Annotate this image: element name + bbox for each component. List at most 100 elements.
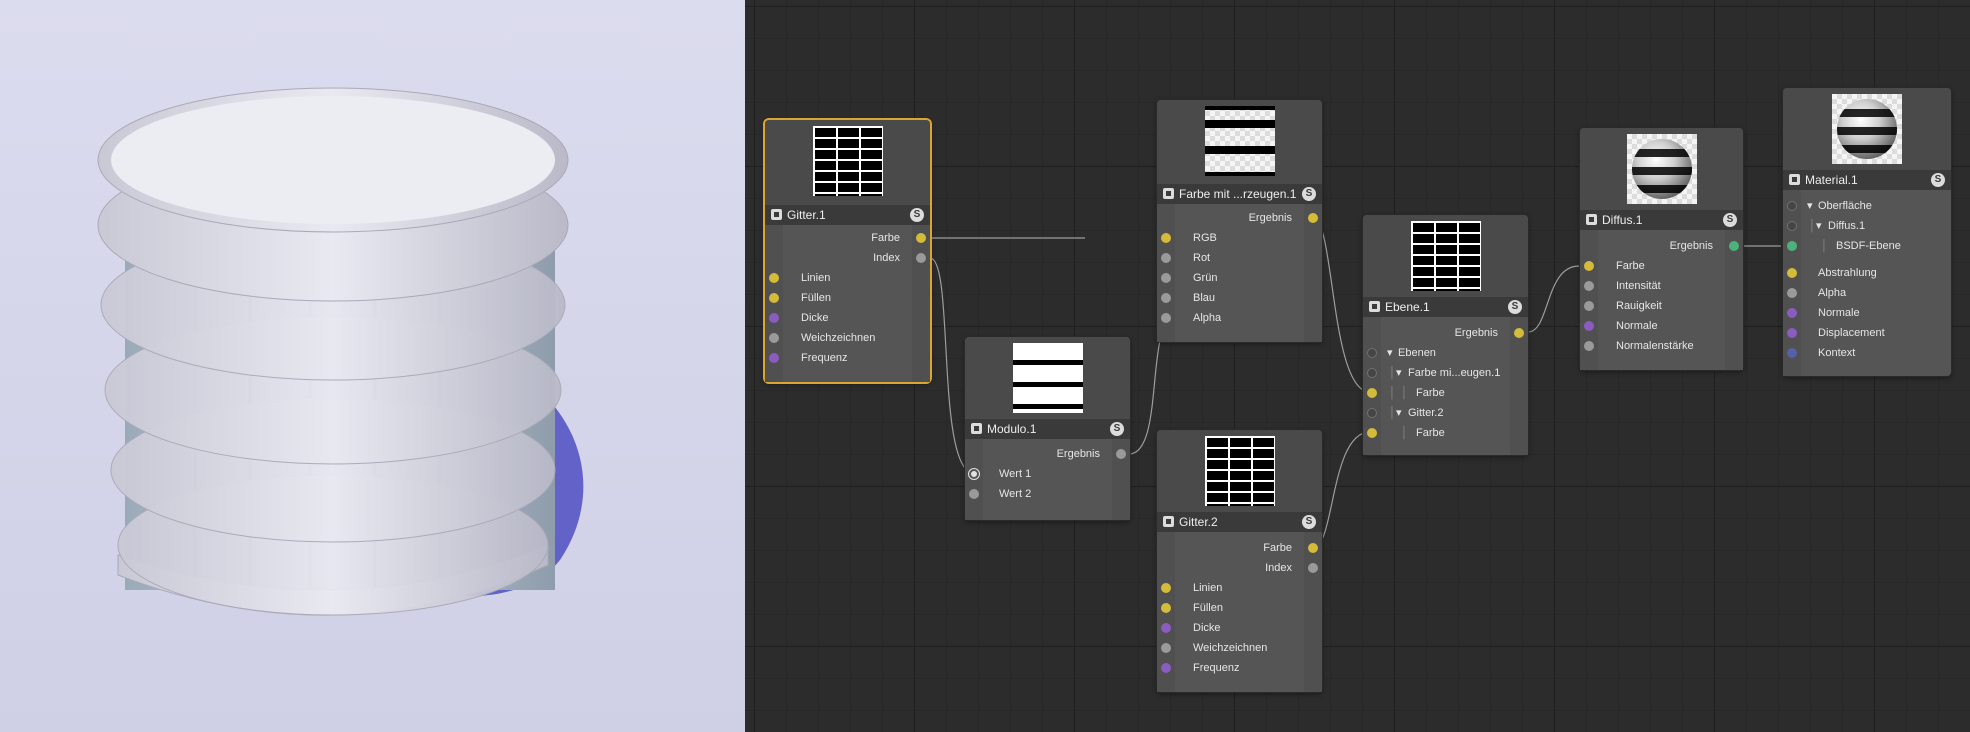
- input-dicke[interactable]: Dicke: [1157, 619, 1322, 637]
- input-port[interactable]: [1787, 241, 1797, 251]
- input-port[interactable]: [1161, 583, 1171, 593]
- node-titlebar[interactable]: Gitter.1 S: [765, 205, 930, 225]
- output-port[interactable]: [1514, 328, 1524, 338]
- input-port[interactable]: [769, 333, 779, 343]
- input-intensitaet[interactable]: Intensität: [1580, 277, 1743, 295]
- input-port[interactable]: [1584, 301, 1594, 311]
- input-port[interactable]: [1161, 623, 1171, 633]
- node-gitter-1[interactable]: Gitter.1 S Farbe Index Linien Füllen Dic…: [765, 120, 930, 382]
- input-port[interactable]: [1787, 201, 1797, 211]
- solo-icon[interactable]: S: [1723, 213, 1737, 227]
- input-port[interactable]: [1161, 313, 1171, 323]
- node-titlebar[interactable]: Gitter.2 S: [1157, 512, 1322, 532]
- node-ebene-1[interactable]: Ebene.1 S Ergebnis ▾ Ebenen │ ▾ Farbe mi...…: [1363, 215, 1528, 455]
- input-port[interactable]: [1367, 388, 1377, 398]
- tree-ebenen[interactable]: ▾ Ebenen: [1363, 344, 1528, 362]
- input-port[interactable]: [1584, 281, 1594, 291]
- solo-icon[interactable]: S: [910, 208, 924, 222]
- input-kontext[interactable]: Kontext: [1783, 344, 1951, 362]
- input-port[interactable]: [1161, 273, 1171, 283]
- input-port[interactable]: [1161, 603, 1171, 613]
- output-ergebnis[interactable]: Ergebnis: [1157, 209, 1322, 227]
- output-port[interactable]: [1308, 563, 1318, 573]
- tree-bsdf-ebene[interactable]: │ BSDF-Ebene: [1783, 237, 1951, 255]
- input-port[interactable]: [1584, 261, 1594, 271]
- input-port[interactable]: [1367, 348, 1377, 358]
- input-blau[interactable]: Blau: [1157, 289, 1322, 307]
- output-port[interactable]: [1729, 241, 1739, 251]
- input-port[interactable]: [1787, 288, 1797, 298]
- output-port[interactable]: [1116, 449, 1126, 459]
- output-ergebnis[interactable]: Ergebnis: [965, 445, 1130, 463]
- tree-farbe-input-1[interactable]: │ │ Farbe: [1363, 384, 1528, 402]
- input-port[interactable]: [1367, 408, 1377, 418]
- input-port[interactable]: [1787, 328, 1797, 338]
- input-normale[interactable]: Normale: [1783, 304, 1951, 322]
- solo-icon[interactable]: S: [1508, 300, 1522, 314]
- input-linien[interactable]: Linien: [765, 269, 930, 287]
- collapse-triangle-icon[interactable]: ▾: [1396, 364, 1402, 382]
- collapse-triangle-icon[interactable]: ▾: [1387, 344, 1393, 362]
- output-port[interactable]: [1308, 213, 1318, 223]
- output-port[interactable]: [916, 233, 926, 243]
- tree-farbe-layer[interactable]: │ ▾ Farbe mi...eugen.1: [1363, 364, 1528, 382]
- tree-oberflaeche[interactable]: ▾ Oberfläche: [1783, 197, 1951, 215]
- input-port[interactable]: [1161, 643, 1171, 653]
- input-port[interactable]: [1584, 341, 1594, 351]
- input-alpha[interactable]: Alpha: [1157, 309, 1322, 327]
- input-rauigkeit[interactable]: Rauigkeit: [1580, 297, 1743, 315]
- output-index[interactable]: Index: [765, 249, 930, 267]
- solo-icon[interactable]: S: [1302, 187, 1316, 201]
- output-farbe[interactable]: Farbe: [765, 229, 930, 247]
- input-normale[interactable]: Normale: [1580, 317, 1743, 335]
- input-port[interactable]: [1787, 268, 1797, 278]
- node-modulo-1[interactable]: Modulo.1 S Ergebnis Wert 1 Wert 2: [965, 337, 1130, 520]
- input-port[interactable]: [1161, 233, 1171, 243]
- output-ergebnis[interactable]: Ergebnis: [1580, 237, 1743, 255]
- collapse-triangle-icon[interactable]: ▾: [1816, 217, 1822, 235]
- collapse-triangle-icon[interactable]: ▾: [1807, 197, 1813, 215]
- node-titlebar[interactable]: Ebene.1 S: [1363, 297, 1528, 317]
- input-frequenz[interactable]: Frequenz: [1157, 659, 1322, 677]
- input-port[interactable]: [969, 489, 979, 499]
- input-port[interactable]: [1367, 368, 1377, 378]
- input-frequenz[interactable]: Frequenz: [765, 349, 930, 367]
- tree-diffus[interactable]: │ ▾ Diffus.1: [1783, 217, 1951, 235]
- input-wert-1[interactable]: Wert 1: [965, 465, 1130, 483]
- node-titlebar[interactable]: Material.1 S: [1783, 170, 1951, 190]
- tree-farbe-input-2[interactable]: │ Farbe: [1363, 424, 1528, 442]
- solo-icon[interactable]: S: [1931, 173, 1945, 187]
- input-port[interactable]: [1367, 428, 1377, 438]
- input-port[interactable]: [1787, 348, 1797, 358]
- input-weichzeichnen[interactable]: Weichzeichnen: [1157, 639, 1322, 657]
- input-fuellen[interactable]: Füllen: [765, 289, 930, 307]
- node-titlebar[interactable]: Diffus.1 S: [1580, 210, 1743, 230]
- input-port[interactable]: [1787, 308, 1797, 318]
- solo-icon[interactable]: S: [1110, 422, 1124, 436]
- node-editor[interactable]: Gitter.1 S Farbe Index Linien Füllen Dic…: [745, 0, 1970, 732]
- input-wert-2[interactable]: Wert 2: [965, 485, 1130, 503]
- input-rgb[interactable]: RGB: [1157, 229, 1322, 247]
- output-index[interactable]: Index: [1157, 559, 1322, 577]
- output-port[interactable]: [1308, 543, 1318, 553]
- tree-gitter-layer[interactable]: │ ▾ Gitter.2: [1363, 404, 1528, 422]
- output-farbe[interactable]: Farbe: [1157, 539, 1322, 557]
- node-material-1[interactable]: Material.1 S ▾ Oberfläche │ ▾ Diffus.1 │ BSD…: [1783, 88, 1951, 376]
- input-gruen[interactable]: Grün: [1157, 269, 1322, 287]
- output-port[interactable]: [916, 253, 926, 263]
- input-port[interactable]: [1584, 321, 1594, 331]
- input-normalenstaerke[interactable]: Normalenstärke: [1580, 337, 1743, 355]
- input-port[interactable]: [769, 273, 779, 283]
- input-port[interactable]: [1161, 663, 1171, 673]
- input-port[interactable]: [1161, 253, 1171, 263]
- solo-icon[interactable]: S: [1302, 515, 1316, 529]
- node-titlebar[interactable]: Farbe mit ...rzeugen.1 S: [1157, 184, 1322, 204]
- input-weichzeichnen[interactable]: Weichzeichnen: [765, 329, 930, 347]
- input-port[interactable]: [969, 469, 979, 479]
- input-port[interactable]: [1161, 293, 1171, 303]
- output-ergebnis[interactable]: Ergebnis: [1363, 324, 1528, 342]
- input-fuellen[interactable]: Füllen: [1157, 599, 1322, 617]
- input-dicke[interactable]: Dicke: [765, 309, 930, 327]
- node-titlebar[interactable]: Modulo.1 S: [965, 419, 1130, 439]
- input-alpha[interactable]: Alpha: [1783, 284, 1951, 302]
